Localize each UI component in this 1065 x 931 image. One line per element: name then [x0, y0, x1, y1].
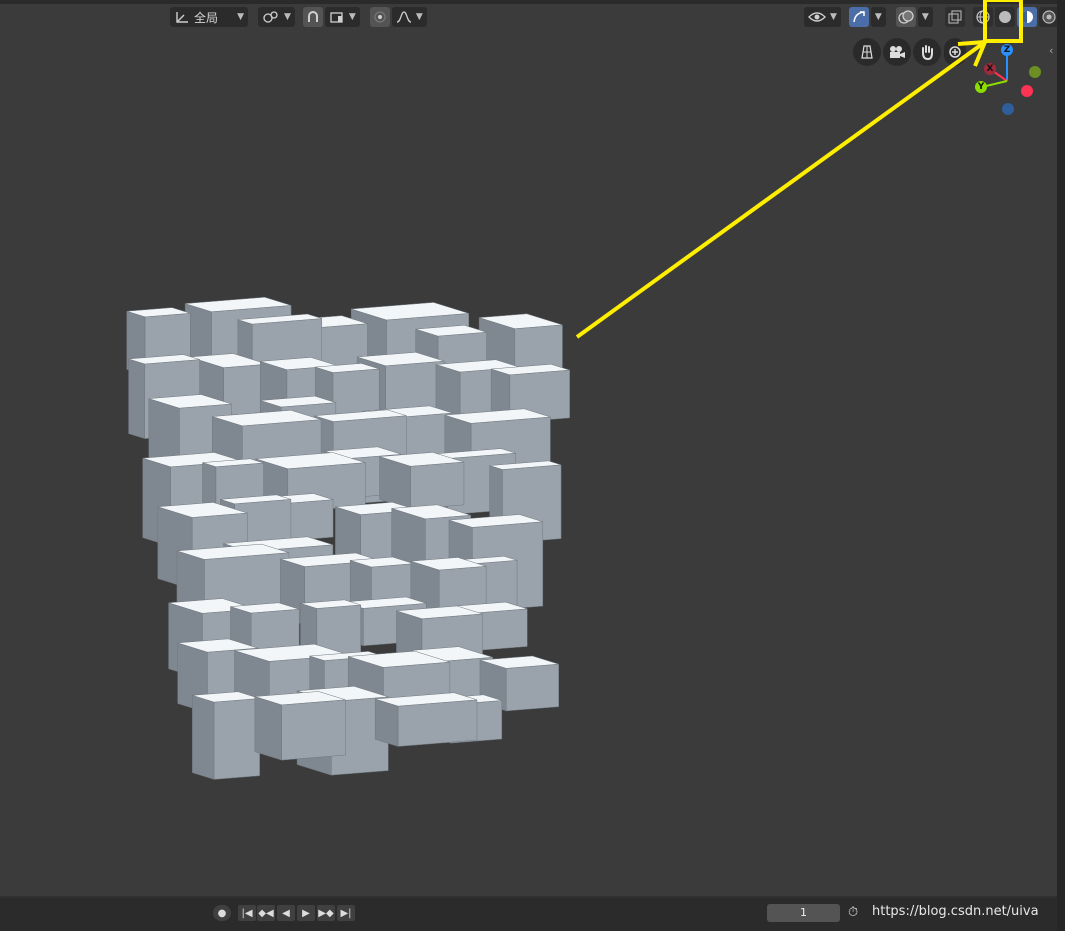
next-keyframe-button[interactable]: ▶◆ [317, 905, 335, 921]
jump-start-button[interactable]: |◀ [238, 905, 256, 921]
watermark-text: https://blog.csdn.net/uiva [872, 904, 1039, 919]
voxel-face [476, 608, 528, 651]
voxel-face [410, 461, 465, 510]
play-reverse-button[interactable]: ◀ [277, 905, 295, 921]
voxel-face [506, 663, 559, 712]
voxel-face [192, 695, 215, 780]
voxel-face [397, 699, 478, 747]
voxel-face [202, 462, 217, 508]
current-frame-field[interactable]: 1 [767, 904, 840, 922]
3d-viewport[interactable]: 全局 ▼ ▼ ▼ ▼ ▼ ▼ ▼ ‹ Z X Y [0, 0, 1057, 896]
auto-keying-button[interactable]: ● [213, 905, 231, 921]
jump-end-button[interactable]: ▶| [337, 905, 355, 921]
voxel-face [254, 696, 282, 761]
voxel-cube-object[interactable] [0, 0, 1057, 896]
voxel-face [374, 698, 399, 747]
prev-keyframe-button[interactable]: ◆◀ [257, 905, 275, 921]
voxel-face [213, 698, 260, 780]
play-button[interactable]: ▶ [297, 905, 315, 921]
viewport-border [1057, 0, 1065, 931]
voxel-face [284, 499, 334, 542]
voxel-face [281, 699, 346, 761]
voxel-face [128, 358, 146, 439]
stopwatch-icon[interactable]: ⏱ [848, 905, 858, 920]
